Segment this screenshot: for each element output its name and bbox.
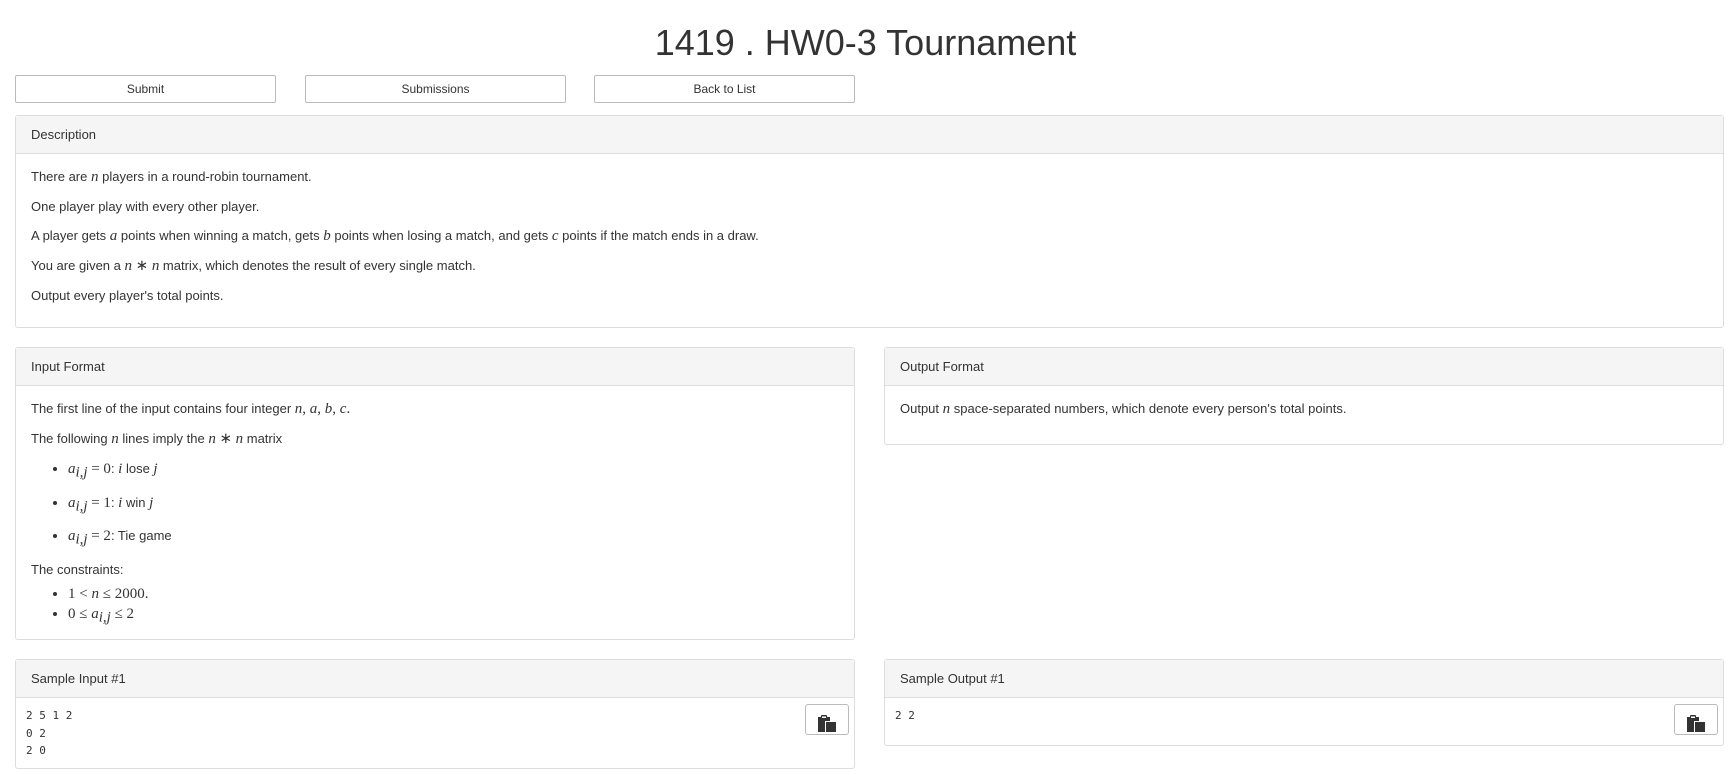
back-to-list-button[interactable]: Back to List xyxy=(594,75,855,103)
output-format-body: Output n space-separated numbers, which … xyxy=(885,386,1723,432)
description-body: There are n players in a round-robin tou… xyxy=(16,154,1723,318)
description-heading: Description xyxy=(16,116,1723,154)
description-line: Output every player's total points. xyxy=(31,288,224,303)
list-item: 1 < n ≤ 2000. xyxy=(68,584,839,604)
list-item: ai,j = 1: i win j xyxy=(68,488,839,522)
submissions-button[interactable]: Submissions xyxy=(305,75,566,103)
input-format-line: The following n lines imply the n ∗ n ma… xyxy=(31,431,283,447)
submit-button[interactable]: Submit xyxy=(15,75,276,103)
sample-output-heading: Sample Output #1 xyxy=(885,660,1723,698)
output-format-line: Output n space-separated numbers, which … xyxy=(900,401,1347,417)
matrix-values-list: ai,j = 0: i lose j ai,j = 1: i win j ai,… xyxy=(31,454,839,555)
copy-sample-output-button[interactable] xyxy=(1674,704,1718,735)
description-line: One player play with every other player. xyxy=(31,199,260,214)
list-item: 0 ≤ ai,j ≤ 2 xyxy=(68,604,839,628)
sample-input-content[interactable]: 2 5 1 2 0 2 2 0 xyxy=(16,698,854,769)
description-panel: Description There are n players in a rou… xyxy=(15,115,1724,328)
page-title: 1419 . HW0-3 Tournament xyxy=(654,22,1077,63)
constraints-list: 1 < n ≤ 2000. 0 ≤ ai,j ≤ 2 xyxy=(31,584,839,628)
list-item: ai,j = 0: i lose j xyxy=(68,454,839,488)
description-line: A player gets a points when winning a ma… xyxy=(31,228,759,244)
output-format-heading: Output Format xyxy=(885,348,1723,386)
description-line: There are n players in a round-robin tou… xyxy=(31,169,312,185)
input-format-body: The first line of the input contains fou… xyxy=(16,386,854,635)
sample-input-heading: Sample Input #1 xyxy=(16,660,854,698)
input-format-heading: Input Format xyxy=(16,348,854,386)
input-format-line: The first line of the input contains fou… xyxy=(31,401,351,417)
constraints-label: The constraints: xyxy=(31,561,124,577)
clipboard-icon xyxy=(1687,714,1705,732)
sample-input-panel: Sample Input #1 2 5 1 2 0 2 2 0 xyxy=(15,659,855,769)
input-format-panel: Input Format The first line of the input… xyxy=(15,347,855,640)
clipboard-icon xyxy=(818,714,836,732)
description-line: You are given a n ∗ n matrix, which deno… xyxy=(31,258,476,274)
sample-output-content[interactable]: 2 2 xyxy=(885,698,1723,734)
sample-output-panel: Sample Output #1 2 2 xyxy=(884,659,1724,746)
copy-sample-input-button[interactable] xyxy=(805,704,849,735)
list-item: ai,j = 2: Tie game xyxy=(68,521,839,555)
output-format-panel: Output Format Output n space-separated n… xyxy=(884,347,1724,445)
